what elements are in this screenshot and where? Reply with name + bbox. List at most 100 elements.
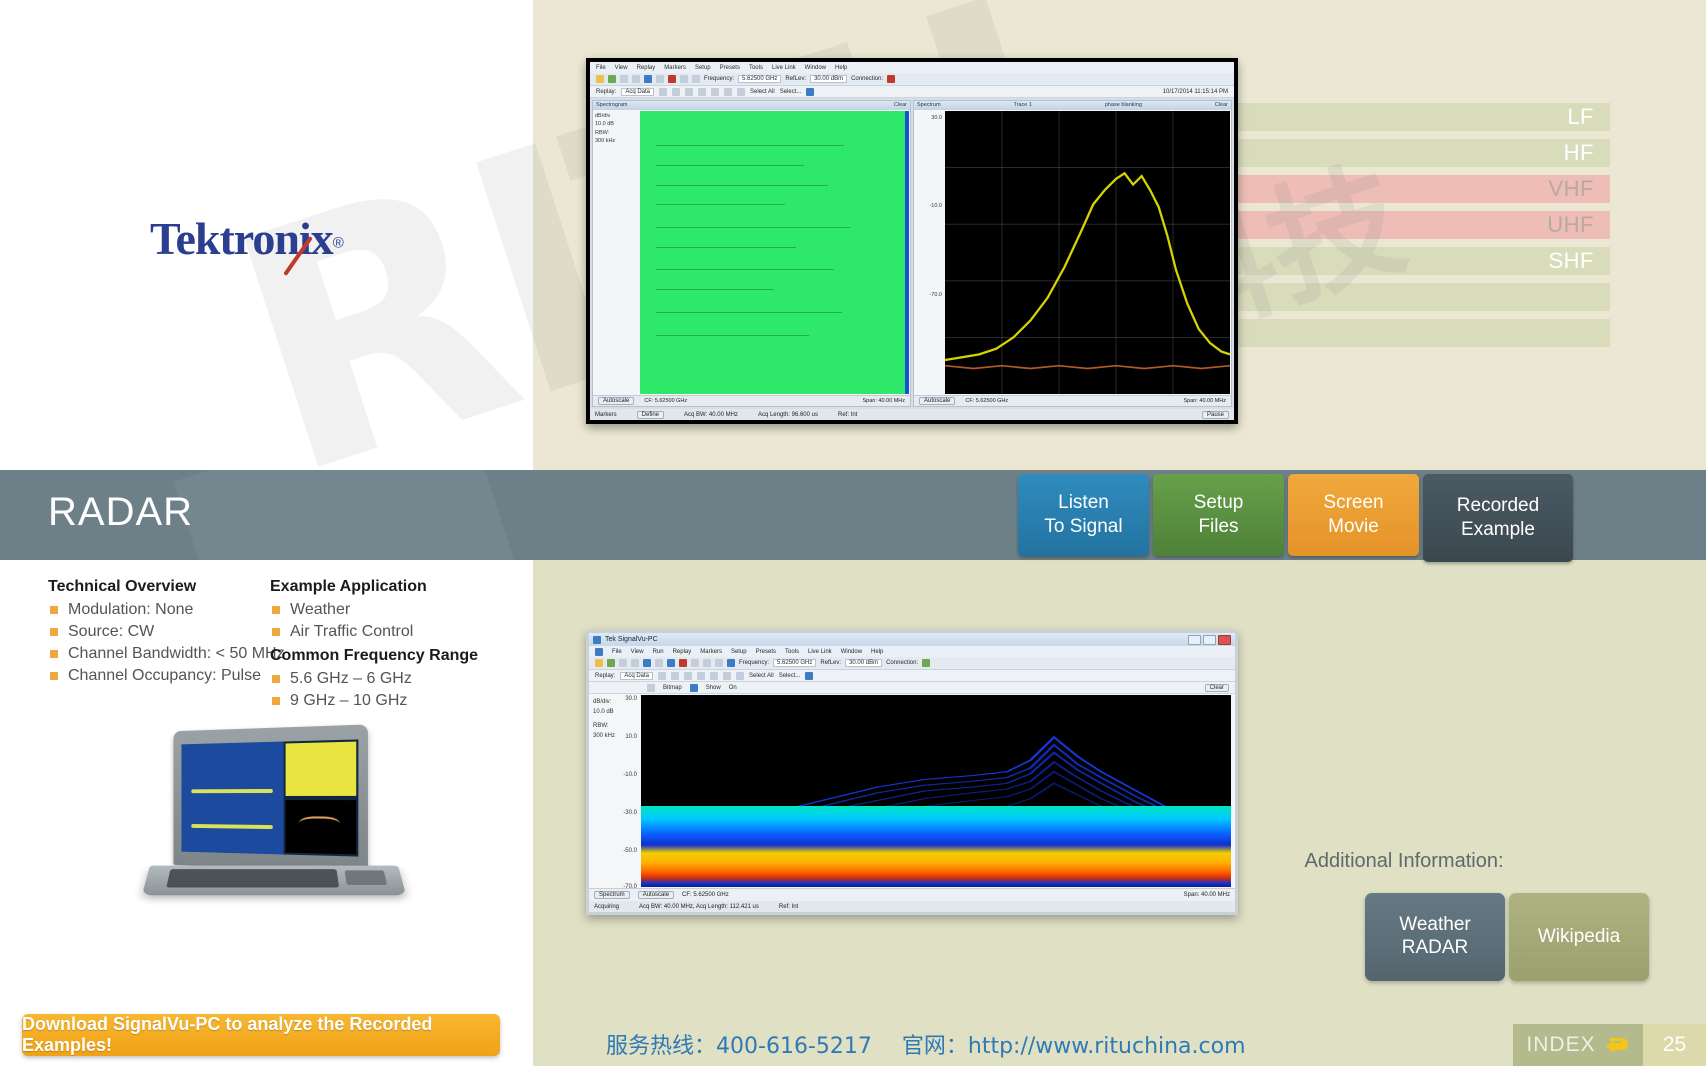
rewind-icon[interactable] (672, 87, 681, 96)
display-options-bar[interactable]: Bitmap Show On Clear (589, 682, 1235, 694)
power-icon[interactable] (727, 659, 735, 667)
skip-end-icon[interactable] (711, 87, 720, 96)
print-icon[interactable] (644, 75, 652, 83)
select-more-button[interactable]: Select... (780, 89, 802, 95)
toolbar-bottom[interactable]: Frequency: 5.62500 GHz RefLev: 30.00 dBm… (589, 657, 1235, 670)
menu-item-presets[interactable]: Presets (756, 649, 776, 655)
listen-to-signal-button[interactable]: Listen To Signal (1018, 474, 1149, 556)
trigger-icon[interactable] (668, 75, 676, 83)
menu-item-help[interactable]: Help (871, 649, 883, 655)
spectrogram-pane-title[interactable]: Spectrogram Clear (593, 101, 910, 110)
select-all-button[interactable]: Select All (750, 89, 775, 95)
menu-item-setup[interactable]: Setup (695, 65, 711, 71)
replay-bar-bottom[interactable]: Replay: Acq Data Select All Select... (589, 670, 1235, 682)
frequency-value[interactable]: 5.62500 GHz (738, 75, 782, 83)
menu-bar-bottom[interactable]: File View Run Replay Markers Setup Prese… (589, 646, 1235, 657)
reflev-value[interactable]: 30.00 dBm (845, 659, 883, 667)
spectrum-select[interactable]: Spectrum (594, 891, 630, 899)
spectrum-autoscale-button[interactable]: Autoscale (919, 397, 956, 405)
show-checkbox[interactable] (689, 683, 698, 692)
redo-icon[interactable] (631, 659, 639, 667)
autoscale-button[interactable]: Autoscale (637, 891, 675, 899)
pause-icon[interactable] (737, 87, 746, 96)
save-icon[interactable] (608, 75, 616, 83)
menu-item-markers[interactable]: Markers (700, 649, 722, 655)
checkmark-icon[interactable] (647, 683, 655, 692)
clear-button[interactable]: Clear (1204, 683, 1229, 692)
minimize-icon[interactable] (1188, 634, 1201, 645)
menu-bar-top[interactable]: File View Replay Markers Setup Presets T… (590, 62, 1234, 73)
index-button[interactable]: INDEX (1513, 1024, 1643, 1066)
info-icon[interactable] (805, 671, 814, 680)
menu-item-run[interactable]: Run (653, 649, 664, 655)
recorded-example-button[interactable]: Recorded Example (1423, 474, 1573, 562)
site-value[interactable]: http://www.rituchina.com (968, 1034, 1246, 1059)
spectrum-pane-title[interactable]: Spectrum Trace 1 phase blanking Clear (914, 101, 1231, 110)
trigger-icon[interactable] (679, 659, 687, 667)
menu-item-view[interactable]: View (615, 65, 628, 71)
spectrum-trace-label[interactable]: Trace 1 (1013, 101, 1031, 110)
weather-radar-button[interactable]: Weather RADAR (1365, 893, 1505, 981)
screen-movie-button[interactable]: Screen Movie (1288, 474, 1419, 556)
play-icon[interactable] (685, 87, 694, 96)
toolbar-top[interactable]: Frequency: 5.62500 GHz RefLev: 30.00 dBm… (590, 73, 1234, 86)
menu-item-window[interactable]: Window (841, 649, 862, 655)
search-icon[interactable] (703, 659, 711, 667)
settings-icon[interactable] (667, 659, 675, 667)
search-icon[interactable] (692, 75, 700, 83)
info-icon[interactable] (806, 87, 815, 96)
menu-item-window[interactable]: Window (805, 65, 826, 71)
spectrogram-autoscale-button[interactable]: Autoscale (598, 397, 635, 405)
menu-item-tools[interactable]: Tools (749, 65, 763, 71)
pause-icon[interactable] (736, 671, 745, 680)
undo-icon[interactable] (619, 659, 627, 667)
close-icon[interactable] (1218, 634, 1231, 645)
spectrogram-clear-button[interactable]: Clear (894, 101, 907, 110)
menu-item-file[interactable]: File (612, 649, 622, 655)
open-icon[interactable] (596, 75, 604, 83)
redo-icon[interactable] (632, 75, 640, 83)
print-icon[interactable] (643, 659, 651, 667)
menu-item-markers[interactable]: Markers (664, 65, 686, 71)
window-controls[interactable] (1188, 634, 1231, 645)
menu-item-livelink[interactable]: Live Link (808, 649, 832, 655)
open-icon[interactable] (595, 659, 603, 667)
skip-start-icon[interactable] (659, 87, 668, 96)
skip-end-icon[interactable] (710, 671, 719, 680)
forward-icon[interactable] (697, 671, 706, 680)
reflev-value[interactable]: 30.00 dBm (810, 75, 848, 83)
menu-item-tools[interactable]: Tools (785, 649, 799, 655)
menu-item-presets[interactable]: Presets (720, 65, 740, 71)
menu-item-file[interactable]: File (596, 65, 606, 71)
setup-files-button[interactable]: Setup Files (1153, 474, 1284, 556)
replay-bar-top[interactable]: Replay: Acq Data Select All Select... 10… (590, 86, 1234, 98)
forward-icon[interactable] (698, 87, 707, 96)
settings-icon[interactable] (656, 75, 664, 83)
rewind-icon[interactable] (671, 671, 680, 680)
menu-item-replay[interactable]: Replay (673, 649, 692, 655)
menu-item-setup[interactable]: Setup (731, 649, 747, 655)
link-icon[interactable] (655, 659, 663, 667)
replay-source-select[interactable]: Acq Data (621, 87, 655, 96)
select-more-button[interactable]: Select... (779, 673, 801, 679)
marker-icon[interactable] (680, 75, 688, 83)
zoom-icon[interactable] (715, 659, 723, 667)
menu-item-replay[interactable]: Replay (637, 65, 656, 71)
select-all-button[interactable]: Select All (749, 673, 774, 679)
marker-icon[interactable] (691, 659, 699, 667)
loop-icon[interactable] (724, 87, 733, 96)
define-button[interactable]: Define (636, 410, 665, 419)
menu-item-livelink[interactable]: Live Link (772, 65, 796, 71)
pause-button[interactable]: Pause (1201, 410, 1229, 419)
undo-icon[interactable] (620, 75, 628, 83)
spectrum-clear-button[interactable]: Clear (1215, 101, 1228, 110)
menu-item-help[interactable]: Help (835, 65, 847, 71)
wikipedia-button[interactable]: Wikipedia (1509, 893, 1649, 981)
menu-item-view[interactable]: View (631, 649, 644, 655)
frequency-value[interactable]: 5.62500 GHz (773, 659, 817, 667)
play-icon[interactable] (684, 671, 693, 680)
save-icon[interactable] (607, 659, 615, 667)
download-signalvu-button[interactable]: Download SignalVu-PC to analyze the Reco… (22, 1014, 500, 1056)
loop-icon[interactable] (723, 671, 732, 680)
skip-start-icon[interactable] (658, 671, 667, 680)
